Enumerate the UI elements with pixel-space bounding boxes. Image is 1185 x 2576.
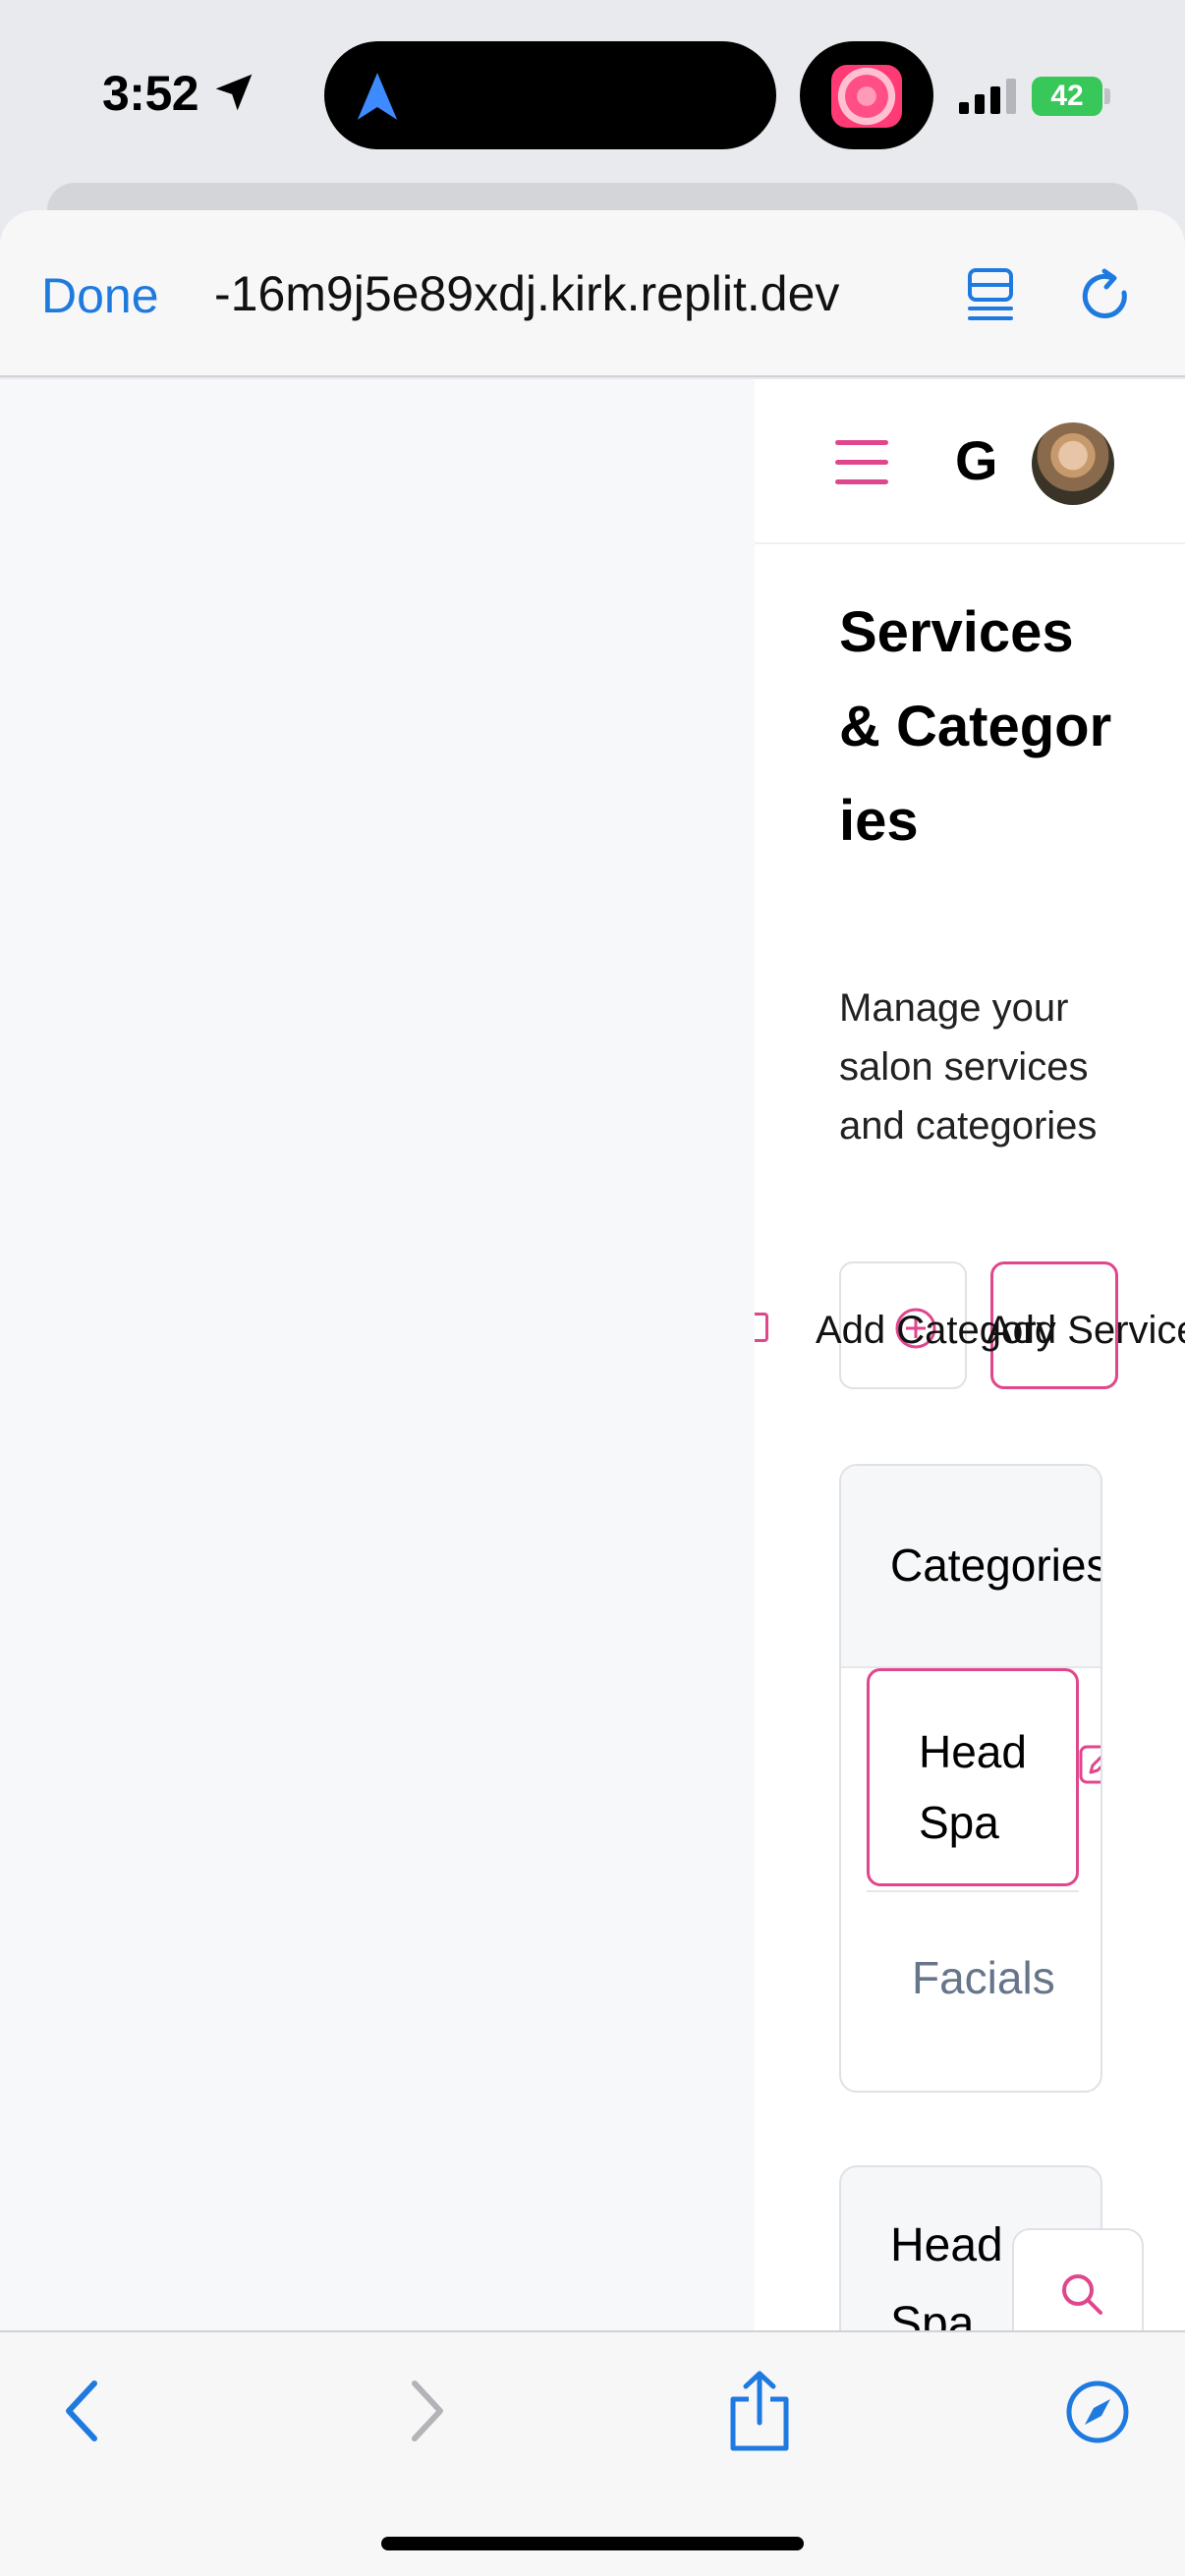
app-page: G Services & Categories Manage your salo… bbox=[755, 379, 1185, 2330]
battery-cap bbox=[1104, 88, 1110, 104]
category-item-label: Head Spa bbox=[919, 1726, 1027, 1848]
battery-level: 42 bbox=[1050, 80, 1084, 112]
page-title: Services & Categories bbox=[839, 600, 1112, 853]
back-icon[interactable] bbox=[63, 2380, 102, 2442]
navigation-arrow-icon bbox=[357, 73, 398, 120]
categories-card-header: Categories bbox=[841, 1466, 1102, 1668]
app-logo-text: G bbox=[955, 429, 994, 491]
reader-mode-icon[interactable] bbox=[967, 267, 1014, 322]
location-arrow-icon bbox=[215, 74, 253, 111]
menu-icon[interactable] bbox=[835, 440, 888, 485]
reload-icon[interactable] bbox=[1077, 267, 1136, 326]
category-item[interactable]: Facials bbox=[912, 1951, 1055, 2004]
page-subtitle: Manage your salon services and categorie… bbox=[839, 986, 1098, 1148]
categories-card: Categories Head Spa Facials bbox=[839, 1464, 1102, 2093]
share-icon[interactable] bbox=[727, 2370, 792, 2452]
edit-icon[interactable] bbox=[1079, 1745, 1102, 1784]
app-icon bbox=[831, 65, 902, 128]
battery-indicator: 42 bbox=[1032, 77, 1102, 116]
done-button[interactable]: Done bbox=[41, 267, 159, 324]
category-item-selected[interactable]: Head Spa bbox=[867, 1668, 1079, 1886]
add-service-label[interactable]: Add Service bbox=[987, 1309, 1185, 1353]
service-group-title: Head Spa bbox=[890, 2219, 1003, 2330]
safari-compass-icon[interactable] bbox=[1065, 2380, 1130, 2444]
web-content: G Services & Categories Manage your salo… bbox=[0, 379, 1185, 2330]
overflow-icon-fragment bbox=[755, 1313, 768, 1342]
avatar[interactable] bbox=[1032, 422, 1114, 505]
app-header: G bbox=[755, 379, 1185, 544]
url-address[interactable]: -16m9j5e89xdj.kirk.replit.dev bbox=[214, 265, 922, 322]
categories-card-title: Categories bbox=[890, 1540, 1102, 1591]
cellular-signal-icon bbox=[959, 79, 1016, 114]
category-divider bbox=[867, 1890, 1079, 1892]
search-icon bbox=[1062, 2274, 1102, 2315]
search-button[interactable] bbox=[1012, 2228, 1144, 2330]
forward-icon[interactable] bbox=[407, 2380, 446, 2442]
status-time: 3:52 bbox=[102, 66, 199, 121]
home-indicator bbox=[381, 2537, 804, 2550]
